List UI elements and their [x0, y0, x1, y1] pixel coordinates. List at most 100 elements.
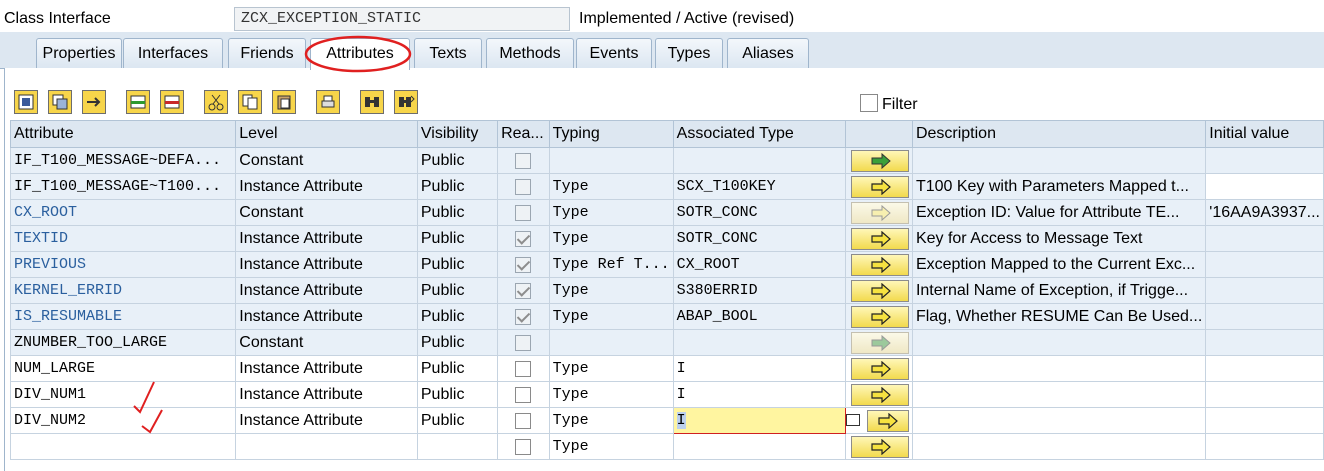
read-only-checkbox[interactable] — [515, 334, 532, 351]
visibility-cell[interactable]: Public — [416, 251, 499, 278]
description-cell[interactable] — [911, 329, 1207, 356]
goto-button[interactable] — [866, 409, 909, 432]
col-read-only[interactable]: Rea... — [497, 120, 550, 148]
col-level[interactable]: Level — [235, 120, 418, 148]
detail-view-icon[interactable] — [14, 90, 38, 114]
level-cell[interactable]: Instance Attribute — [235, 381, 418, 408]
assoc-type-cell[interactable]: I — [672, 355, 846, 382]
level-cell[interactable]: Constant — [235, 329, 418, 356]
tab-events[interactable]: Events — [576, 38, 652, 69]
typing-cell[interactable]: Type — [548, 199, 674, 226]
description-cell[interactable]: Exception Mapped to the Current Exc... — [911, 251, 1207, 278]
description-cell[interactable] — [911, 381, 1207, 408]
level-cell[interactable]: Instance Attribute — [235, 225, 418, 252]
typing-cell[interactable]: Type — [548, 303, 674, 330]
typing-cell[interactable]: Type Ref T... — [548, 251, 674, 278]
col-visibility[interactable]: Visibility — [416, 120, 499, 148]
visibility-cell[interactable]: Public — [416, 225, 499, 252]
attribute-cell[interactable]: IF_T100_MESSAGE~T100... — [9, 173, 237, 200]
goto-button[interactable] — [850, 253, 909, 276]
col-initial-value[interactable]: Initial value — [1205, 120, 1324, 148]
tab-types[interactable]: Types — [655, 38, 723, 69]
level-cell[interactable]: Instance Attribute — [235, 407, 418, 434]
visibility-cell[interactable]: Public — [416, 199, 499, 226]
tab-aliases[interactable]: Aliases — [727, 38, 809, 69]
typing-cell[interactable]: Type — [548, 277, 674, 304]
goto-button[interactable] — [850, 331, 909, 354]
attribute-cell[interactable]: KERNEL_ERRID — [9, 277, 237, 304]
find-icon[interactable] — [360, 90, 384, 114]
read-only-checkbox[interactable] — [515, 386, 532, 403]
description-cell[interactable]: Exception ID: Value for Attribute TE... — [911, 199, 1207, 226]
goto-button[interactable] — [850, 149, 909, 172]
col-typing[interactable]: Typing — [548, 120, 674, 148]
read-only-checkbox[interactable] — [515, 308, 532, 325]
goto-button[interactable] — [850, 227, 909, 250]
goto-button[interactable] — [850, 435, 909, 458]
value-help-icon[interactable] — [846, 414, 860, 426]
goto-button[interactable] — [850, 305, 909, 328]
attribute-cell[interactable] — [9, 433, 237, 460]
print-icon[interactable] — [316, 90, 340, 114]
attribute-cell[interactable]: ZNUMBER_TOO_LARGE — [9, 329, 237, 356]
level-cell[interactable]: Instance Attribute — [235, 355, 418, 382]
read-only-checkbox[interactable] — [515, 438, 532, 455]
description-cell[interactable] — [911, 407, 1207, 434]
attribute-cell[interactable]: TEXTID — [9, 225, 237, 252]
class-name-field[interactable]: ZCX_EXCEPTION_STATIC — [234, 7, 570, 31]
read-only-checkbox[interactable] — [515, 360, 532, 377]
filter-checkbox[interactable] — [860, 94, 878, 112]
typing-cell[interactable]: Type — [548, 381, 674, 408]
initial-value-cell[interactable] — [1205, 381, 1324, 408]
initial-value-cell[interactable] — [1205, 303, 1324, 330]
description-cell[interactable]: Flag, Whether RESUME Can Be Used... — [911, 303, 1207, 330]
initial-value-cell[interactable] — [1205, 147, 1324, 174]
description-cell[interactable]: Key for Access to Message Text — [911, 225, 1207, 252]
level-cell[interactable]: Constant — [235, 199, 418, 226]
typing-cell[interactable]: Type — [548, 407, 674, 434]
description-cell[interactable] — [911, 355, 1207, 382]
typing-cell[interactable] — [548, 147, 674, 174]
attribute-cell[interactable]: NUM_LARGE — [9, 355, 237, 382]
typing-cell[interactable]: Type — [548, 225, 674, 252]
attribute-cell[interactable]: DIV_NUM2 — [9, 407, 237, 434]
assoc-type-cell[interactable]: SOTR_CONC — [672, 199, 846, 226]
initial-value-cell[interactable] — [1205, 251, 1324, 278]
assoc-type-cell[interactable]: I — [672, 381, 846, 408]
col-associated-type[interactable]: Associated Type — [672, 120, 846, 148]
cut-icon[interactable] — [204, 90, 228, 114]
copy-row-icon[interactable] — [48, 90, 72, 114]
assoc-type-cell[interactable] — [672, 329, 846, 356]
assoc-type-cell[interactable]: CX_ROOT — [672, 251, 846, 278]
level-cell[interactable] — [235, 433, 418, 460]
assoc-type-cell[interactable]: ABAP_BOOL — [672, 303, 846, 330]
delete-row-icon[interactable] — [160, 90, 184, 114]
goto-button[interactable] — [850, 175, 909, 198]
attribute-cell[interactable]: DIV_NUM1 — [9, 381, 237, 408]
goto-button[interactable] — [850, 201, 909, 224]
level-cell[interactable]: Constant — [235, 147, 418, 174]
read-only-checkbox[interactable] — [515, 178, 532, 195]
filter-toggle[interactable]: Filter — [860, 94, 918, 114]
goto-button[interactable] — [850, 383, 909, 406]
tab-properties[interactable]: Properties — [36, 38, 122, 69]
read-only-checkbox[interactable] — [515, 282, 532, 299]
assoc-type-cell[interactable]: SCX_T100KEY — [672, 173, 846, 200]
initial-value-cell[interactable]: '16AA9A3937... — [1205, 199, 1324, 226]
initial-value-cell[interactable] — [1205, 407, 1324, 434]
visibility-cell[interactable]: Public — [416, 407, 499, 434]
assoc-type-input[interactable]: I — [672, 407, 846, 434]
visibility-cell[interactable] — [416, 433, 499, 460]
assoc-type-cell[interactable]: S380ERRID — [672, 277, 846, 304]
assoc-type-cell[interactable] — [672, 433, 846, 460]
visibility-cell[interactable]: Public — [416, 277, 499, 304]
move-icon[interactable] — [82, 90, 106, 114]
read-only-checkbox[interactable] — [515, 230, 532, 247]
initial-value-cell[interactable] — [1205, 277, 1324, 304]
col-attribute[interactable]: Attribute — [9, 120, 237, 148]
read-only-checkbox[interactable] — [515, 412, 532, 429]
attribute-cell[interactable]: IS_RESUMABLE — [9, 303, 237, 330]
level-cell[interactable]: Instance Attribute — [235, 173, 418, 200]
initial-value-cell[interactable] — [1205, 355, 1324, 382]
level-cell[interactable]: Instance Attribute — [235, 277, 418, 304]
